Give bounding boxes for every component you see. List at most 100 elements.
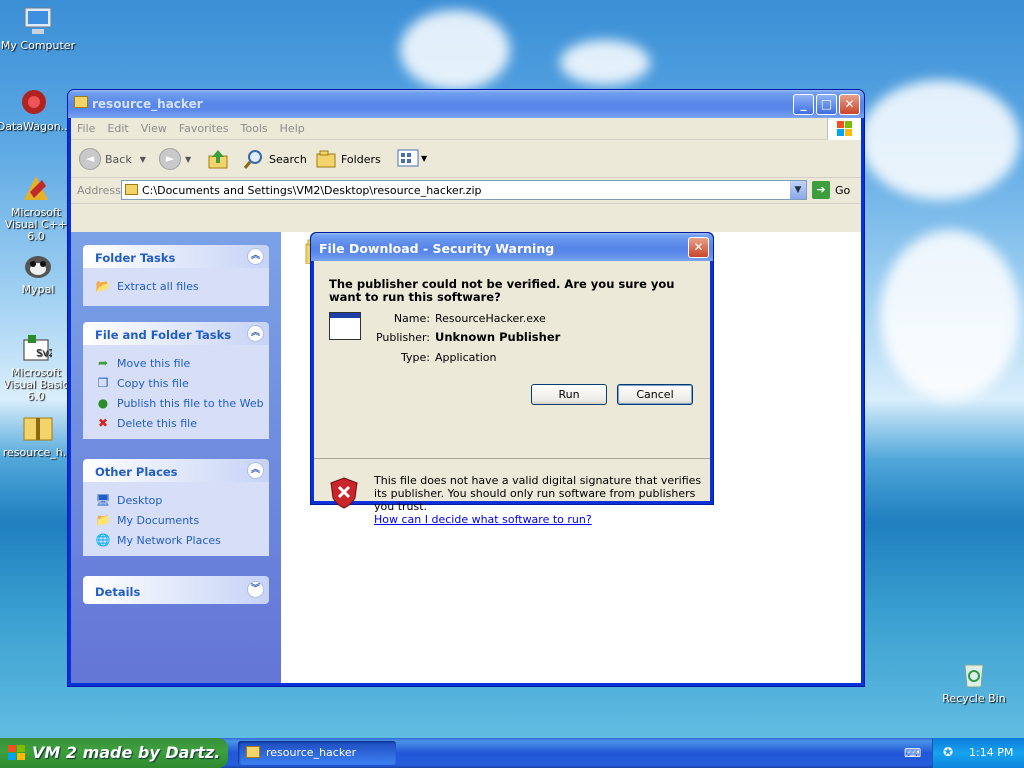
search-icon xyxy=(243,150,262,169)
link-label: Move this file xyxy=(117,356,191,370)
task-pane: Folder Tasks ︽ 📂 Extract all files File an… xyxy=(71,232,281,683)
link-label: Delete this file xyxy=(117,416,197,430)
recycle-bin-icon xyxy=(958,658,990,690)
windows-logo-icon xyxy=(8,745,25,760)
zip-folder-icon xyxy=(125,184,138,195)
go-button[interactable]: ➔ Go xyxy=(812,181,850,199)
dialog-close-button[interactable]: ✕ xyxy=(688,237,709,258)
menu-edit[interactable]: Edit xyxy=(101,118,134,135)
search-label: Search xyxy=(269,152,307,166)
other-places-panel: Other Places ︽ 🖥 Desktop 📁 My Documents 🌐 My… xyxy=(83,459,269,556)
back-label: Back xyxy=(105,152,132,166)
menu-help[interactable]: Help xyxy=(274,118,311,135)
address-label: Address xyxy=(77,184,121,197)
copy-file-link[interactable]: ❐ Copy this file xyxy=(95,373,269,393)
dialog-title: File Download - Security Warning xyxy=(319,241,555,256)
desktop-icon-label: resource_h... xyxy=(2,446,74,459)
my-documents-link[interactable]: 📁 My Documents xyxy=(95,510,269,530)
collapse-icon[interactable]: ︽ xyxy=(247,325,264,342)
minimize-button[interactable]: _ xyxy=(793,94,814,115)
collapse-icon[interactable]: ︽ xyxy=(247,462,264,479)
publisher-value: Unknown Publisher xyxy=(435,330,561,344)
desktop-icon-label: Microsoft Visual Basic 6.0 xyxy=(3,366,69,403)
system-tray: ✪ 1:14 PM xyxy=(932,738,1024,768)
folders-button[interactable]: Folders xyxy=(315,148,381,170)
up-folder-icon xyxy=(208,150,228,169)
forward-arrow-icon: ► xyxy=(159,148,181,170)
network-places-link[interactable]: 🌐 My Network Places xyxy=(95,530,269,550)
explorer-titlebar[interactable]: resource_hacker _ □ ✕ xyxy=(68,90,864,118)
folder-tasks-panel: Folder Tasks ︽ 📂 Extract all files xyxy=(83,245,269,306)
views-button[interactable]: ▼ xyxy=(397,148,427,168)
type-value: Application xyxy=(435,351,497,364)
tray-network-icon[interactable]: ✪ xyxy=(943,745,953,759)
warning-message: This file does not have a valid digital … xyxy=(374,474,702,513)
menu-view[interactable]: View xyxy=(135,118,173,135)
desktop-icon-datawagon[interactable]: DataWagon... xyxy=(0,86,72,133)
windows-logo-icon xyxy=(827,118,861,140)
panel-header[interactable]: Details ︾ xyxy=(83,576,269,604)
publish-web-link[interactable]: ● Publish this file to the Web xyxy=(95,393,269,413)
collapse-icon[interactable]: ︽ xyxy=(247,248,264,265)
address-dropdown-button[interactable]: ▼ xyxy=(790,181,806,199)
expand-icon[interactable]: ︾ xyxy=(247,581,264,598)
link-label: My Network Places xyxy=(117,533,221,547)
desktop-icon-resource-zip[interactable]: resource_h... xyxy=(0,412,76,459)
menu-bar: File Edit View Favorites Tools Help xyxy=(71,118,861,140)
desktop-icon-my-computer[interactable]: My Computer xyxy=(0,5,76,52)
publisher-label: Publisher: xyxy=(375,331,430,344)
back-button[interactable]: ◄ Back ▼ xyxy=(79,148,146,170)
desktop-icon-visual-cpp[interactable]: Microsoft Visual C++ 6.0 xyxy=(0,172,74,243)
panel-header[interactable]: File and Folder Tasks ︽ xyxy=(83,322,269,345)
run-button[interactable]: Run xyxy=(531,384,607,405)
go-arrow-icon: ➔ xyxy=(812,181,830,199)
panel-header[interactable]: Other Places ︽ xyxy=(83,459,269,482)
address-value: C:\Documents and Settings\VM2\Desktop\re… xyxy=(142,184,482,197)
cloud xyxy=(880,230,1020,400)
menu-file[interactable]: File xyxy=(71,118,101,135)
window-title: resource_hacker xyxy=(92,97,203,111)
move-icon: ➦ xyxy=(97,356,109,370)
folder-icon xyxy=(246,746,260,758)
desktop-icon-label: Mypal xyxy=(21,283,55,296)
address-bar: Address C:\Documents and Settings\VM2\De… xyxy=(71,178,861,204)
folders-label: Folders xyxy=(341,152,381,166)
panel-title: Details xyxy=(95,585,141,599)
globe-icon: ● xyxy=(97,396,109,410)
link-label: Copy this file xyxy=(117,376,189,390)
dialog-titlebar[interactable]: File Download - Security Warning ✕ xyxy=(311,233,713,261)
divider xyxy=(314,458,710,459)
start-button[interactable]: VM 2 made by Dartz. xyxy=(0,738,228,768)
delete-icon: ✖ xyxy=(97,416,109,430)
desktop-icon-mypal[interactable]: Mypal xyxy=(0,249,76,296)
taskbar-item-resource-hacker[interactable]: resource_hacker xyxy=(238,741,396,765)
extract-icon: 📂 xyxy=(95,279,111,293)
maximize-button[interactable]: □ xyxy=(816,94,837,115)
desktop-link[interactable]: 🖥 Desktop xyxy=(95,490,269,510)
menu-favorites[interactable]: Favorites xyxy=(173,118,235,135)
desktop-icon-recycle-bin[interactable]: Recycle Bin xyxy=(936,658,1012,705)
up-folder-button[interactable] xyxy=(207,148,229,170)
address-input[interactable]: C:\Documents and Settings\VM2\Desktop\re… xyxy=(121,180,807,200)
extract-all-link[interactable]: 📂 Extract all files xyxy=(95,276,269,296)
desktop-icon-visual-basic[interactable]: Sv2 Microsoft Visual Basic 6.0 xyxy=(0,332,74,403)
chevron-down-icon: ▼ xyxy=(421,153,428,163)
search-button[interactable]: Search xyxy=(243,148,307,170)
mypal-icon xyxy=(22,249,54,281)
file-folder-tasks-panel: File and Folder Tasks ︽ ➦ Move this file ❐… xyxy=(83,322,269,439)
clock[interactable]: 1:14 PM xyxy=(969,746,1013,759)
warning-text: This file does not have a valid digital … xyxy=(374,474,704,526)
link-label: Extract all files xyxy=(117,279,199,293)
menu-tools[interactable]: Tools xyxy=(235,118,274,135)
keyboard-icon[interactable]: ⌨ xyxy=(904,746,921,760)
toolbar: ◄ Back ▼ ► ▼ Search Folders ▼ xyxy=(71,140,861,178)
close-button[interactable]: ✕ xyxy=(839,94,860,115)
panel-header[interactable]: Folder Tasks ︽ xyxy=(83,245,269,268)
panel-title: Folder Tasks xyxy=(95,251,176,265)
help-link[interactable]: How can I decide what software to run? xyxy=(374,513,704,526)
cancel-button[interactable]: Cancel xyxy=(617,384,693,405)
move-file-link[interactable]: ➦ Move this file xyxy=(95,353,269,373)
copy-icon: ❐ xyxy=(97,376,109,390)
delete-file-link[interactable]: ✖ Delete this file xyxy=(95,413,269,433)
forward-button[interactable]: ► ▼ xyxy=(159,148,191,170)
